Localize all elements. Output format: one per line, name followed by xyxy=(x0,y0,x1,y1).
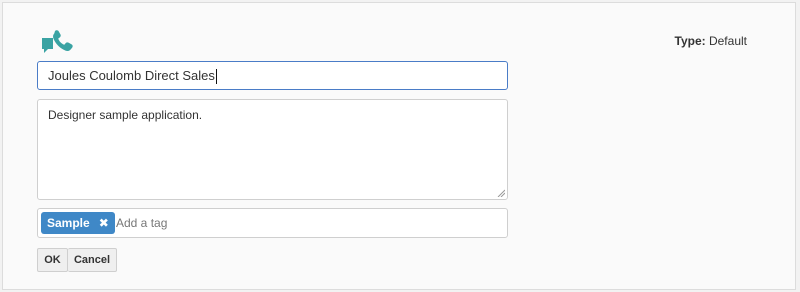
tag-chip-label: Sample xyxy=(47,216,90,230)
phone-chat-icon xyxy=(42,30,73,53)
app-name-value: Joules Coulomb Direct Sales xyxy=(48,68,215,83)
app-name-input[interactable]: Joules Coulomb Direct Sales xyxy=(37,61,508,90)
description-value: Designer sample application. xyxy=(48,108,203,122)
type-label: Type: xyxy=(674,34,706,48)
text-caret xyxy=(215,69,217,85)
type-value: Default xyxy=(708,34,747,48)
app-type-info: Type: Default xyxy=(675,34,748,48)
resize-grip-icon[interactable] xyxy=(497,189,505,197)
tag-chip-sample[interactable]: Sample ✖ xyxy=(41,212,115,234)
tag-input-box[interactable]: Sample ✖ Add a tag xyxy=(37,208,508,238)
add-tag-input[interactable]: Add a tag xyxy=(116,214,167,232)
ok-button[interactable]: OK xyxy=(37,248,68,272)
cancel-button[interactable]: Cancel xyxy=(68,248,117,272)
description-textarea[interactable]: Designer sample application. xyxy=(37,99,508,200)
close-icon[interactable]: ✖ xyxy=(99,212,109,234)
